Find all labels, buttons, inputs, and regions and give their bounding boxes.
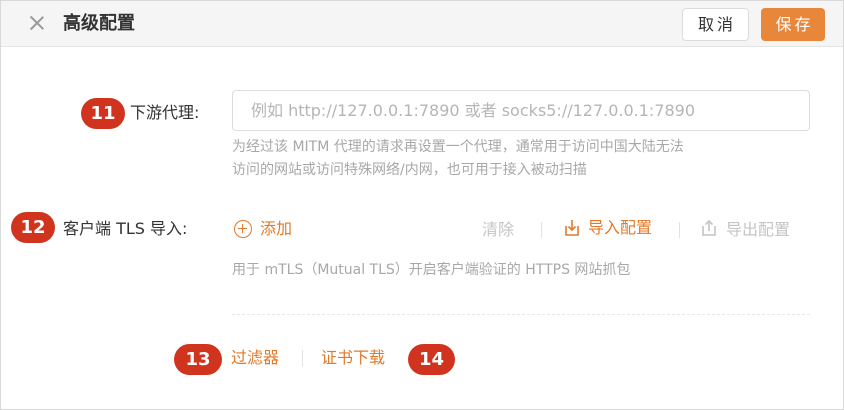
divider xyxy=(541,222,542,238)
import-config-button[interactable]: 导入配置 xyxy=(588,216,652,240)
client-tls-label: 客户端 TLS 导入: xyxy=(63,219,188,238)
advanced-config-panel: 高级配置 取消 保存 11 下游代理: 例如 http://127.0.0.1:… xyxy=(0,0,844,410)
cancel-button[interactable]: 取消 xyxy=(682,8,749,41)
section-divider xyxy=(232,314,810,315)
annotation-badge-11: 11 xyxy=(81,98,125,129)
add-tls-button[interactable]: 添加 xyxy=(260,217,292,241)
annotation-badge-14: 14 xyxy=(408,344,455,375)
close-icon[interactable] xyxy=(27,13,47,33)
annotation-badge-12: 12 xyxy=(11,212,55,243)
export-icon[interactable] xyxy=(699,218,719,238)
downstream-proxy-input[interactable]: 例如 http://127.0.0.1:7890 或者 socks5://127… xyxy=(232,90,810,131)
client-tls-hint: 用于 mTLS（Mutual TLS）开启客户端验证的 HTTPS 网站抓包 xyxy=(232,262,631,278)
panel-title: 高级配置 xyxy=(63,13,135,34)
divider xyxy=(679,222,680,238)
downstream-proxy-label: 下游代理: xyxy=(130,103,200,122)
divider xyxy=(302,350,303,366)
export-config-button[interactable]: 导出配置 xyxy=(726,218,790,242)
cert-download-link[interactable]: 证书下载 xyxy=(321,346,385,370)
clear-tls-button[interactable]: 清除 xyxy=(482,218,514,242)
downstream-proxy-hint-line2: 访问的网站或访问特殊网络/内网，也可用于接入被动扫描 xyxy=(232,162,587,178)
import-icon[interactable] xyxy=(562,218,582,238)
save-button[interactable]: 保存 xyxy=(761,8,825,41)
add-circle-icon[interactable] xyxy=(234,220,252,238)
panel-header: 高级配置 取消 保存 xyxy=(1,1,843,47)
annotation-badge-13: 13 xyxy=(174,344,222,375)
downstream-proxy-hint-line1: 为经过该 MITM 代理的请求再设置一个代理，通常用于访问中国大陆无法 xyxy=(232,139,684,155)
filter-link[interactable]: 过滤器 xyxy=(231,346,279,370)
